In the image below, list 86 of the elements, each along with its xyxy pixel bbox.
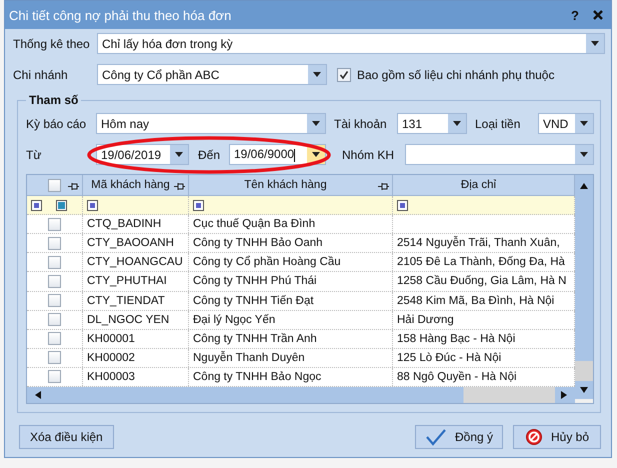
table-cell: Đại lý Ngọc Yến bbox=[193, 314, 276, 326]
table-cell: Nguyễn Thanh Duyên bbox=[193, 352, 305, 364]
table-cell: CTY_HOANGCAU bbox=[87, 256, 183, 268]
date-field[interactable]: 19/06/2019 bbox=[96, 144, 189, 165]
caret-icon bbox=[591, 41, 599, 46]
filter-icon[interactable] bbox=[193, 200, 204, 211]
row-checkbox[interactable] bbox=[48, 294, 61, 308]
caret-icon bbox=[312, 152, 320, 157]
date-field[interactable]: 19/06/9000 bbox=[229, 144, 326, 165]
caret-icon bbox=[313, 72, 321, 77]
pin-icon[interactable] bbox=[378, 182, 389, 191]
filter-icon[interactable] bbox=[56, 200, 67, 211]
filter-icon[interactable] bbox=[87, 200, 98, 211]
horizontal-scrollbar[interactable] bbox=[27, 387, 575, 404]
field-label: Nhóm KH bbox=[342, 148, 396, 162]
caret-icon bbox=[175, 152, 183, 157]
field-label: Loại tiền bbox=[475, 116, 522, 130]
scroll-down-icon[interactable] bbox=[580, 387, 588, 393]
table-cell: Công ty Cổ phần Hoàng Cầu bbox=[193, 256, 341, 268]
field-label: Chi nhánh bbox=[13, 68, 69, 82]
filter-icon[interactable] bbox=[31, 200, 42, 211]
table-cell: KH00001 bbox=[87, 332, 135, 345]
branch-dropdown[interactable]: Công ty Cổ phần ABC bbox=[97, 64, 327, 85]
table-cell: CTY_BAOOANH bbox=[87, 237, 174, 250]
table-cell: Hải Dương bbox=[397, 314, 454, 326]
table-cell: 158 Hàng Bạc - Hà Nội bbox=[397, 332, 516, 345]
caret-icon bbox=[312, 121, 320, 126]
caret-icon bbox=[453, 121, 461, 126]
column-header[interactable]: Tên khách hàng bbox=[189, 175, 393, 196]
row-checkbox[interactable] bbox=[48, 351, 61, 364]
table-cell: CTQ_BADINH bbox=[87, 218, 162, 230]
field-label: Kỳ báo cáo bbox=[26, 116, 88, 130]
pin-icon[interactable] bbox=[68, 182, 79, 191]
field-label: Tài khoản bbox=[334, 116, 388, 130]
caret-icon bbox=[580, 121, 588, 126]
pin-icon[interactable] bbox=[174, 182, 185, 191]
field-label: Đến bbox=[196, 148, 221, 162]
filter-icon[interactable] bbox=[397, 200, 408, 211]
cancel-icon bbox=[524, 428, 543, 446]
checkbox[interactable] bbox=[337, 68, 351, 82]
table-cell: 2105 Đê La Thành, Đống Đa, Hà bbox=[397, 256, 565, 268]
row-checkbox[interactable] bbox=[48, 274, 61, 288]
close-icon[interactable] bbox=[593, 10, 603, 20]
ok-button[interactable]: Đồng ý bbox=[415, 425, 503, 449]
clear-conditions-button[interactable]: Xóa điều kiện bbox=[19, 425, 114, 449]
table-cell: KH00003 bbox=[87, 370, 135, 383]
caret-icon bbox=[580, 152, 588, 157]
scroll-up-icon[interactable] bbox=[580, 183, 588, 189]
scroll-right-icon[interactable] bbox=[561, 391, 567, 400]
cancel-button[interactable]: Hủy bỏ bbox=[513, 425, 601, 449]
table-cell: 125 Lò Đúc - Hà Nội bbox=[397, 352, 502, 364]
window-title: Chi tiết công nợ phải thu theo hóa đơn bbox=[9, 8, 232, 22]
table-cell: Công ty TNHH Bảo Oanh bbox=[193, 237, 323, 250]
select-all-checkbox[interactable] bbox=[48, 178, 61, 192]
table-cell: Công ty TNHH Phú Thái bbox=[193, 275, 317, 288]
currency-dropdown[interactable]: VND bbox=[538, 113, 594, 134]
table-cell: 2514 Nguyễn Trãi, Thanh Xuân, bbox=[397, 237, 560, 250]
row-checkbox[interactable] bbox=[48, 236, 61, 250]
table-cell: Công ty TNHH Bảo Ngọc bbox=[193, 370, 322, 383]
report-type-dropdown[interactable]: Chỉ lấy hóa đơn trong kỳ bbox=[97, 33, 605, 54]
table-cell: DL_NGOC YEN bbox=[87, 314, 170, 326]
group-title: Tham số bbox=[28, 94, 80, 107]
table-cell: CTY_PHUTHAI bbox=[87, 275, 167, 288]
field-label: Từ bbox=[26, 148, 42, 162]
period-dropdown[interactable]: Hôm nay bbox=[96, 113, 326, 134]
account-dropdown[interactable]: 131 bbox=[397, 113, 467, 134]
table-cell: 2548 Kim Mã, Ba Đình, Hà Nội bbox=[397, 294, 554, 307]
table-cell: CTY_TIENDAT bbox=[87, 294, 165, 307]
table-cell: Cục thuế Quận Ba Đình bbox=[193, 218, 316, 230]
column-header[interactable]: Mã khách hàng bbox=[83, 175, 189, 196]
table-cell: Công ty TNHH Trần Anh bbox=[193, 332, 317, 345]
row-checkbox[interactable] bbox=[48, 256, 61, 269]
table-cell: 88 Ngô Quyền - Hà Nội bbox=[397, 370, 517, 383]
row-checkbox[interactable] bbox=[48, 218, 61, 231]
scroll-left-icon[interactable] bbox=[35, 391, 41, 400]
row-checkbox[interactable] bbox=[48, 332, 61, 346]
table-cell: 1258 Cầu Đuống, Gia Lâm, Hà N bbox=[397, 275, 566, 288]
vertical-scrollbar[interactable] bbox=[575, 175, 593, 403]
checkbox-label: Bao gồm số liệu chi nhánh phụ thuộc bbox=[357, 68, 554, 82]
check-icon bbox=[424, 428, 447, 446]
row-checkbox[interactable] bbox=[48, 313, 61, 326]
table-cell: Công ty TNHH Tiến Đạt bbox=[193, 294, 314, 307]
row-checkbox[interactable] bbox=[48, 370, 61, 384]
table-cell: KH00002 bbox=[87, 352, 135, 364]
field-label: Thống kê theo bbox=[13, 36, 91, 50]
help-button[interactable]: ? bbox=[571, 8, 579, 22]
